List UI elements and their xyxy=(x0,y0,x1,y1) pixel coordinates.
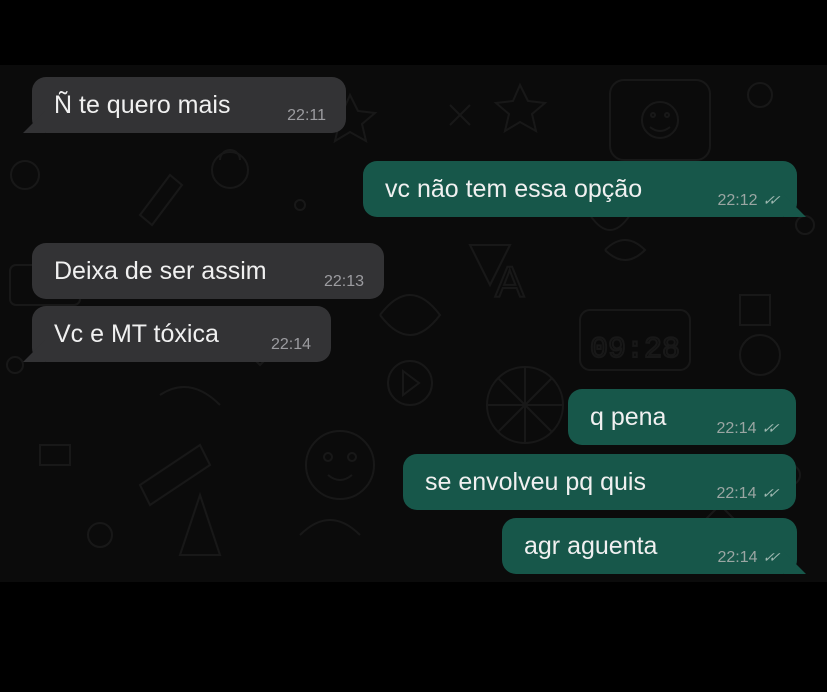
message-bubble-outgoing[interactable]: agr aguenta 22:14 ✓✓ xyxy=(502,518,797,574)
message-meta: 22:12 ✓✓ xyxy=(717,187,777,213)
message-text: vc não tem essa opção xyxy=(385,175,643,203)
message-bubble-outgoing[interactable]: q pena 22:14 ✓✓ xyxy=(568,389,796,445)
double-check-icon: ✓✓ xyxy=(760,549,778,565)
message-text: Ñ te quero mais xyxy=(54,91,231,119)
message-bubble-incoming[interactable]: Deixa de ser assim 22:13 xyxy=(32,243,384,299)
double-check-icon: ✓✓ xyxy=(759,485,777,501)
message-bubble-outgoing[interactable]: se envolveu pq quis 22:14 ✓✓ xyxy=(403,454,796,510)
svg-text:09:28: 09:28 xyxy=(590,333,680,367)
message-text: q pena xyxy=(590,403,667,431)
message-time: 22:13 xyxy=(323,273,364,290)
message-meta: 22:14 ✓✓ xyxy=(716,480,776,506)
message-meta: 22:14 ✓✓ xyxy=(716,415,776,441)
message-time: 22:14 xyxy=(716,485,757,502)
message-meta: 22:14 ✓✓ xyxy=(717,544,777,570)
message-bubble-outgoing[interactable]: vc não tem essa opção 22:12 ✓✓ xyxy=(363,161,797,217)
message-time: 22:14 xyxy=(717,549,758,566)
chat-view[interactable]: A 09:28 Ñ te quero mais 22:11 vc não tem… xyxy=(0,65,827,582)
double-check-icon: ✓✓ xyxy=(759,420,777,436)
message-time: 22:11 xyxy=(287,107,326,124)
double-check-icon: ✓✓ xyxy=(760,192,778,208)
message-bubble-incoming[interactable]: Ñ te quero mais 22:11 xyxy=(32,77,346,133)
message-bubble-incoming[interactable]: Vc e MT tóxica 22:14 xyxy=(32,306,331,362)
message-time: 22:12 xyxy=(717,192,758,209)
message-text: agr aguenta xyxy=(524,532,658,560)
message-time: 22:14 xyxy=(270,336,311,353)
message-text: Deixa de ser assim xyxy=(54,257,267,285)
message-text: se envolveu pq quis xyxy=(425,468,646,496)
svg-text:A: A xyxy=(495,258,525,307)
message-text: Vc e MT tóxica xyxy=(54,320,219,348)
message-time: 22:14 xyxy=(716,420,757,437)
